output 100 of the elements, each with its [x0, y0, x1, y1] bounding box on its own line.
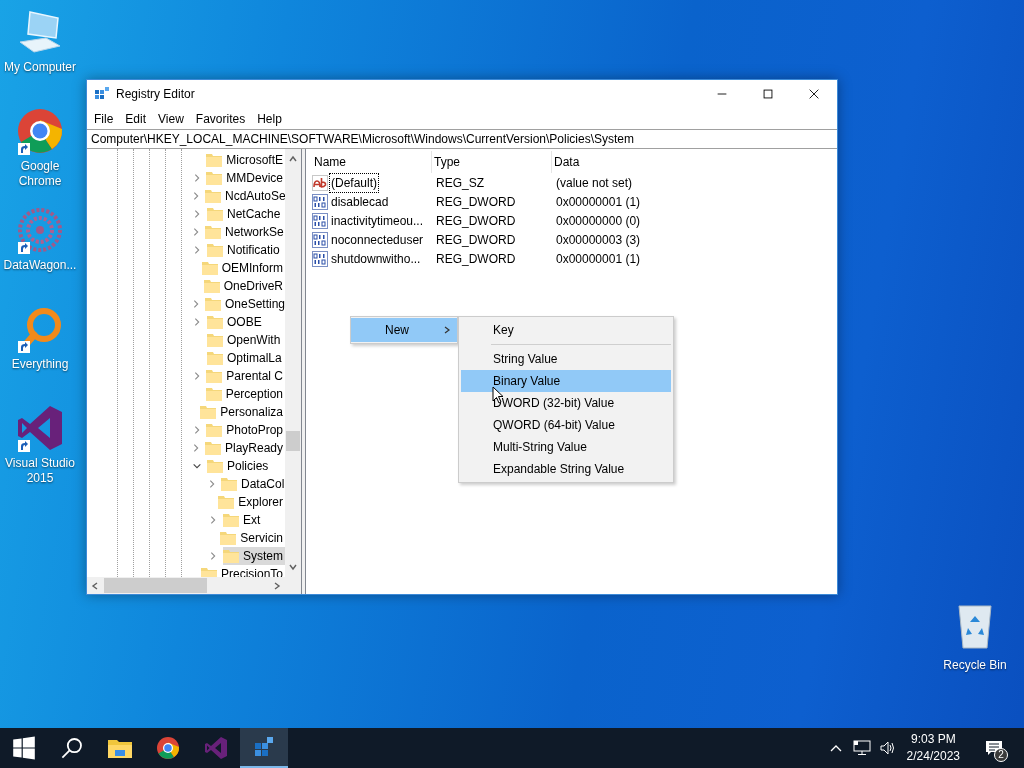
scrollbar-thumb[interactable] — [104, 578, 207, 593]
folder-icon — [207, 459, 223, 473]
tree-item[interactable]: Parental C — [206, 367, 285, 385]
tree-item[interactable]: Notificatio — [207, 241, 282, 259]
notifications-button[interactable]: 2 — [974, 728, 1014, 768]
folder-icon — [221, 477, 237, 491]
folder-icon — [205, 225, 221, 239]
tree-item[interactable]: Policies — [207, 457, 271, 475]
folder-icon — [207, 351, 223, 365]
chevron-right-icon — [208, 551, 218, 561]
maximize-icon — [761, 87, 775, 101]
tree-item[interactable]: OneSetting — [205, 295, 285, 313]
clock-date: 2/24/2023 — [906, 748, 960, 765]
registry-icon — [94, 86, 110, 102]
visual-studio-icon — [16, 404, 64, 452]
windows-logo-icon — [12, 736, 36, 760]
folder-icon — [220, 531, 237, 545]
value-name[interactable]: noconnecteduser — [329, 229, 426, 250]
folder-icon — [206, 171, 223, 185]
chevron-right-icon — [443, 325, 451, 335]
table-cell-text: REG_DWORD — [435, 193, 517, 211]
tree-item[interactable]: DataCol — [221, 475, 285, 493]
window-title: Registry Editor — [116, 86, 195, 103]
address-bar[interactable]: Computer\HKEY_LOCAL_MACHINE\SOFTWARE\Microsoft\Windows\CurrentVersion\Policies\System — [87, 129, 837, 149]
vertical-scrollbar[interactable] — [285, 149, 301, 577]
tree-item[interactable]: OptimalLa — [207, 349, 284, 367]
chevron-down-icon — [192, 461, 202, 471]
close-icon — [807, 87, 821, 101]
folder-icon — [205, 387, 222, 401]
column-header[interactable]: Data — [552, 151, 712, 173]
column-header[interactable]: Name — [312, 151, 432, 173]
menu-item[interactable]: Edit — [119, 108, 153, 129]
tree-item[interactable]: NetCache — [207, 205, 283, 223]
desktop-icon-label[interactable]: Recycle Bin — [943, 656, 1007, 674]
binary-icon — [312, 212, 328, 229]
menu-item[interactable]: Binary Value — [461, 370, 671, 392]
folder-icon — [206, 153, 223, 167]
tree-item[interactable]: OneDriveR — [203, 277, 285, 295]
value-name[interactable]: (Default) — [329, 172, 379, 193]
folder-icon — [218, 495, 235, 509]
flower-pattern-icon — [16, 206, 64, 254]
tree-item[interactable]: OOBE — [207, 313, 264, 331]
table-cell-text: REG_DWORD — [435, 231, 517, 249]
registry-icon — [252, 735, 276, 759]
menu-item[interactable]: New — [351, 318, 457, 342]
menu-item[interactable]: Favorites — [189, 108, 252, 129]
tree-item[interactable]: PhotoProp — [206, 421, 285, 439]
tree-item[interactable]: NetworkSe — [205, 223, 285, 241]
folder-icon — [201, 261, 218, 275]
table-cell-text: 0x00000000 (0) — [555, 212, 642, 230]
value-name[interactable]: shutdownwitho... — [329, 248, 423, 269]
tree-item[interactable]: Explorer — [218, 493, 285, 511]
menu-item[interactable]: File — [88, 108, 120, 129]
table-cell-text: REG_DWORD — [435, 250, 517, 268]
tree-item[interactable]: Personaliza — [200, 403, 285, 421]
clock-time: 9:03 PM — [910, 731, 956, 748]
tree-item[interactable]: Servicin — [220, 529, 285, 547]
visual-studio-icon — [204, 736, 228, 760]
folder-icon — [223, 549, 239, 563]
menu-item[interactable]: QWORD (64-bit) Value — [461, 414, 671, 436]
horizontal-scrollbar[interactable] — [87, 577, 301, 594]
ab-icon — [312, 174, 328, 191]
tree-item[interactable]: System — [223, 547, 285, 565]
tree-item[interactable]: PlayReady — [205, 439, 285, 457]
chevron-right-icon — [191, 443, 201, 453]
tree-item[interactable]: NcdAutoSe — [205, 187, 285, 205]
menu-item[interactable]: Expandable String Value — [461, 458, 671, 480]
tree-item[interactable]: MMDevice — [206, 169, 285, 187]
table-cell-text: REG_DWORD — [435, 212, 517, 230]
value-name[interactable]: disablecad — [329, 191, 391, 212]
folder-icon — [205, 189, 221, 203]
folder-icon — [207, 333, 223, 347]
folder-icon — [206, 369, 223, 383]
search-icon — [60, 736, 84, 760]
menu-item[interactable]: String Value — [461, 348, 671, 370]
table-cell-text: REG_SZ — [435, 174, 485, 192]
folder-icon — [223, 513, 239, 527]
value-name[interactable]: inactivitytimeou... — [329, 210, 426, 231]
menu-item[interactable]: DWORD (32-bit) Value — [461, 392, 671, 414]
recycle-bin-icon — [955, 602, 995, 650]
tree-item[interactable]: OEMInform — [201, 259, 285, 277]
table-cell-text: 0x00000001 (1) — [555, 193, 642, 211]
binary-icon — [312, 231, 328, 248]
scrollbar-thumb[interactable] — [286, 431, 300, 451]
column-header[interactable]: Type — [432, 151, 552, 173]
menu-item[interactable]: View — [152, 108, 190, 129]
binary-icon — [312, 250, 328, 267]
chevron-right-icon — [207, 479, 217, 489]
tree-item[interactable]: Perception — [205, 385, 285, 403]
tree-item[interactable]: OpenWith — [207, 331, 283, 349]
folder-icon — [205, 297, 221, 311]
clock[interactable]: 9:03 PM 2/24/2023 — [906, 731, 960, 765]
binary-icon — [312, 193, 328, 210]
folder-icon — [203, 279, 220, 293]
menu-item[interactable]: Multi-String Value — [461, 436, 671, 458]
tree-item[interactable]: Ext — [223, 511, 263, 529]
menu-item[interactable]: Key — [461, 319, 671, 341]
table-cell-text: 0x00000001 (1) — [555, 250, 642, 268]
tree-item[interactable]: MicrosoftE — [206, 151, 285, 169]
menu-item[interactable]: Help — [251, 108, 288, 129]
